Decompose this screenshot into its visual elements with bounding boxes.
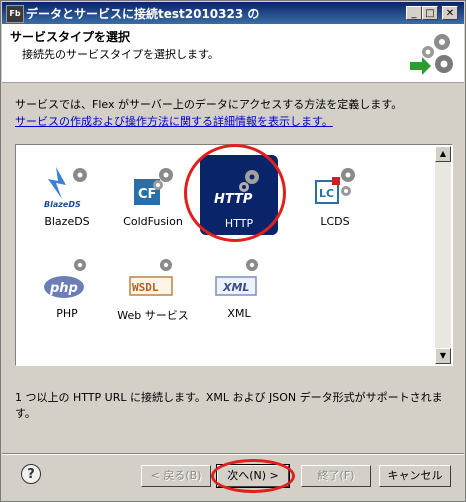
service-item-coldfusion[interactable]: CF ColdFusion [110,155,196,241]
more-info-link[interactable]: サービスの作成および操作方法に関する詳細情報を表示します。 [15,113,333,129]
wizard-header: サービスタイプを選択 接続先のサービスタイプを選択します。 [2,24,464,83]
flash-builder-app-icon: Fb [6,5,24,23]
button-separator [2,453,464,455]
wsdl-icon: WSDL [129,259,173,296]
svg-text:php: php [49,281,78,296]
service-label: HTTP [202,217,276,230]
service-label: XML [227,307,251,320]
minimize-button[interactable]: _ [406,6,422,20]
svg-text:LC: LC [319,187,334,200]
close-button[interactable]: ✕ [442,6,458,20]
svg-text:WSDL: WSDL [132,281,159,294]
svg-text:XML: XML [222,281,249,294]
service-type-list[interactable]: BlazeDS BlazeDS CF ColdFusion HTTP HTTP [15,144,453,366]
finish-button[interactable]: 終了(F) [301,465,371,487]
coldfusion-icon: CF [134,168,173,205]
service-label: PHP [56,307,78,320]
service-label: LCDS [320,215,350,228]
svg-text:BlazeDS: BlazeDS [44,200,81,209]
lcds-icon: LC [315,168,355,204]
service-label: BlazeDS [44,215,90,228]
window-title: データとサービスに接続test2010323 の [26,7,260,21]
back-button[interactable]: < 戻る(B) [141,465,211,487]
next-button[interactable]: 次へ(N) > [216,464,290,488]
service-label: Web サービス [117,309,189,322]
help-icon[interactable]: ? [21,464,41,484]
blazeds-icon: BlazeDS [44,167,87,209]
wizard-gears-icon [410,34,453,75]
wizard-window: Fb データとサービスに接続test2010323 の _ □ ✕ サービスタイ… [0,0,466,502]
service-item-lcds[interactable]: LC LCDS [292,155,378,241]
php-icon: php [44,259,86,298]
service-label: ColdFusion [123,215,183,228]
svg-text:HTTP: HTTP [214,192,253,207]
service-info-text: 1 つ以上の HTTP URL に接続します。XML および JSON データ形… [15,391,443,420]
service-item-blazeds[interactable]: BlazeDS BlazeDS [24,155,110,241]
svg-text:CF: CF [138,187,156,202]
service-item-web-service[interactable]: WSDL Web サービス [110,247,196,333]
xml-icon: XML [215,259,258,296]
scroll-up-button[interactable]: ▲ [435,146,451,162]
service-item-php[interactable]: php PHP [24,247,110,333]
cancel-button[interactable]: キャンセル [379,465,451,487]
scroll-down-button[interactable]: ▼ [435,348,451,364]
service-description: サービスでは、Flex がサーバー上のデータにアクセスする方法を定義します。 [15,98,403,111]
http-icon: HTTP [214,170,259,207]
title-bar[interactable]: Fb データとサービスに接続test2010323 の _ □ ✕ [2,2,464,24]
page-subtitle: 接続先のサービスタイプを選択します。 [22,48,219,61]
service-item-http[interactable]: HTTP HTTP [196,155,282,241]
page-title: サービスタイプを選択 [10,30,131,44]
maximize-button[interactable]: □ [422,6,438,20]
service-item-xml[interactable]: XML XML [196,247,282,333]
list-scrollbar[interactable]: ▲ ▼ [435,146,451,364]
